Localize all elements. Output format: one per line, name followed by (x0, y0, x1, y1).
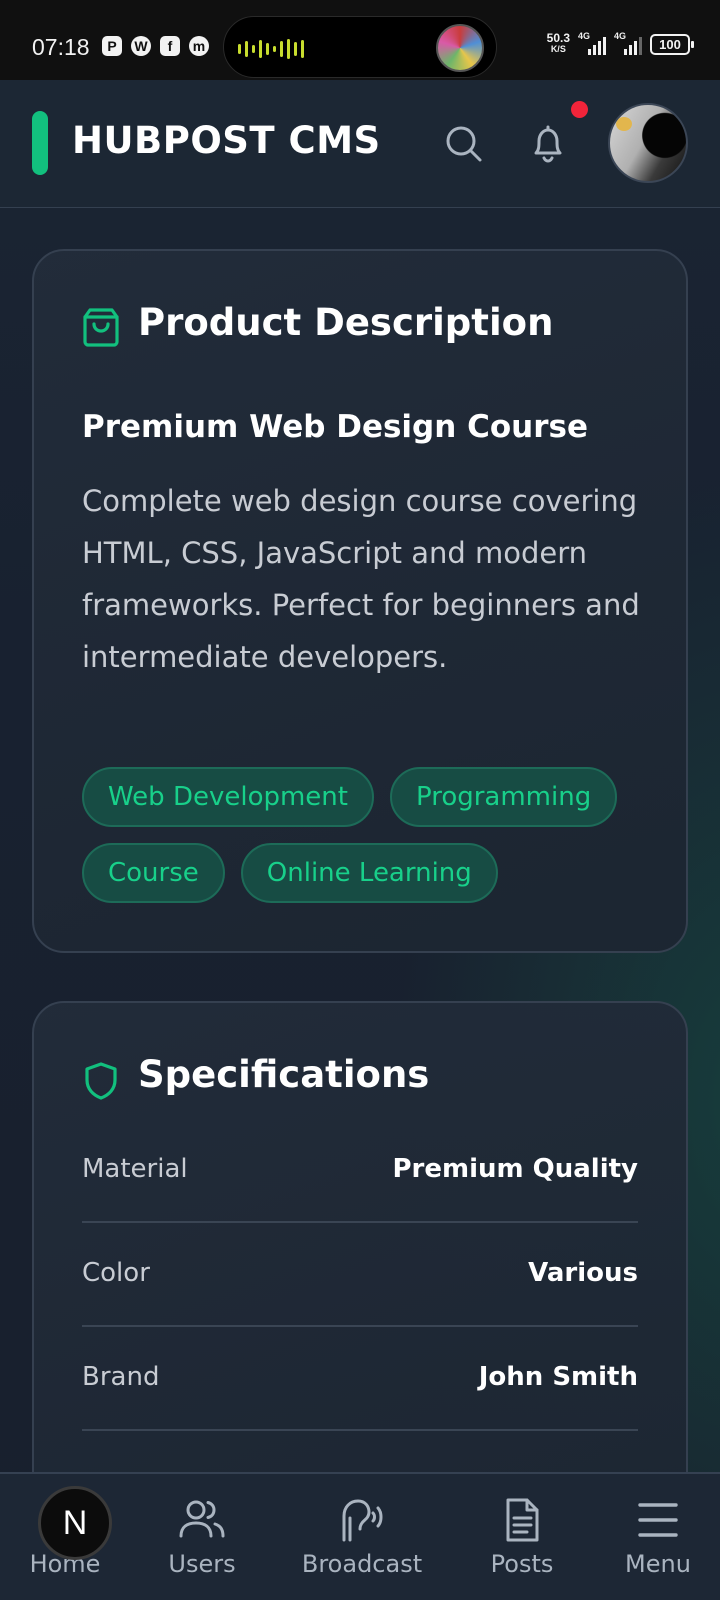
spec-row-color: Color Various (82, 1221, 638, 1327)
status-time: 07:18 (32, 34, 90, 60)
spec-row-material: Material Premium Quality (82, 1117, 638, 1223)
hamburger-menu-icon (638, 1503, 678, 1537)
messenger-icon: m (189, 36, 209, 56)
signal-sim1-icon: 4G (578, 31, 606, 55)
product-description: Complete web design course covering HTML… (82, 484, 640, 674)
spec-value: Various (528, 1258, 638, 1288)
network-speed: 50.3 K/S (546, 31, 570, 55)
tag-list: Web Development Programming Course Onlin… (82, 767, 662, 903)
emoji-sticker-icon (616, 117, 632, 131)
network-speed-unit: K/S (550, 44, 566, 54)
nav-item-users[interactable]: Users (154, 1474, 250, 1600)
p-app-icon: P (102, 36, 122, 56)
floating-n-button[interactable]: N (38, 1486, 112, 1560)
tag-chip[interactable]: Web Development (82, 767, 374, 827)
album-art-thumbnail (436, 24, 484, 72)
nav-item-menu[interactable]: Menu (612, 1474, 704, 1600)
shopping-bag-icon (82, 307, 120, 347)
product-description-card: Product Description Premium Web Design C… (32, 249, 688, 953)
audio-wave-icon (238, 39, 304, 59)
status-bar: 07:18 P W f m 50.3 K/S 4G 4G 100 (0, 0, 720, 80)
nav-item-broadcast[interactable]: Broadcast (296, 1474, 428, 1600)
spec-label: Material (82, 1154, 188, 1184)
signal-sim2-icon: 4G (614, 31, 642, 55)
broadcast-icon (342, 1499, 383, 1542)
bell-icon[interactable] (524, 120, 572, 168)
nav-label-broadcast: Broadcast (301, 1550, 423, 1578)
notification-icons: P W f m (102, 36, 209, 56)
tag-chip[interactable]: Programming (389, 767, 618, 827)
app-screen: 07:18 P W f m 50.3 K/S 4G 4G 100 HUBPOST… (0, 0, 720, 1600)
nav-label-menu: Menu (625, 1550, 691, 1578)
nav-item-posts[interactable]: Posts (476, 1474, 568, 1600)
nav-label-posts: Posts (490, 1550, 554, 1578)
whatsapp-icon: W (131, 36, 151, 56)
facebook-icon: f (160, 36, 180, 56)
document-icon (506, 1498, 539, 1542)
avatar[interactable] (608, 103, 688, 183)
product-card-title: Product Description (138, 301, 554, 344)
network-speed-value: 50.3 (546, 31, 570, 45)
spec-value: John Smith (478, 1362, 638, 1392)
dynamic-island-media[interactable] (223, 16, 497, 78)
users-icon (179, 1500, 225, 1538)
spec-value: Premium Quality (392, 1154, 638, 1184)
spec-row-brand: Brand John Smith (82, 1325, 638, 1431)
specifications-card-title: Specifications (138, 1053, 430, 1096)
shield-icon (82, 1061, 120, 1101)
brand-title: HUBPOST CMS (72, 119, 381, 162)
tag-chip[interactable]: Online Learning (240, 843, 498, 903)
tag-chip[interactable]: Course (82, 843, 225, 903)
status-indicators: 50.3 K/S 4G 4G 100 (546, 31, 694, 55)
battery-icon: 100 (650, 33, 694, 55)
product-name: Premium Web Design Course (82, 409, 588, 445)
notification-badge (571, 101, 588, 118)
spec-label: Brand (82, 1362, 160, 1392)
search-icon[interactable] (440, 120, 488, 168)
nav-label-users: Users (168, 1550, 236, 1578)
brand-accent-bar (32, 111, 48, 175)
spec-label: Color (82, 1258, 150, 1288)
